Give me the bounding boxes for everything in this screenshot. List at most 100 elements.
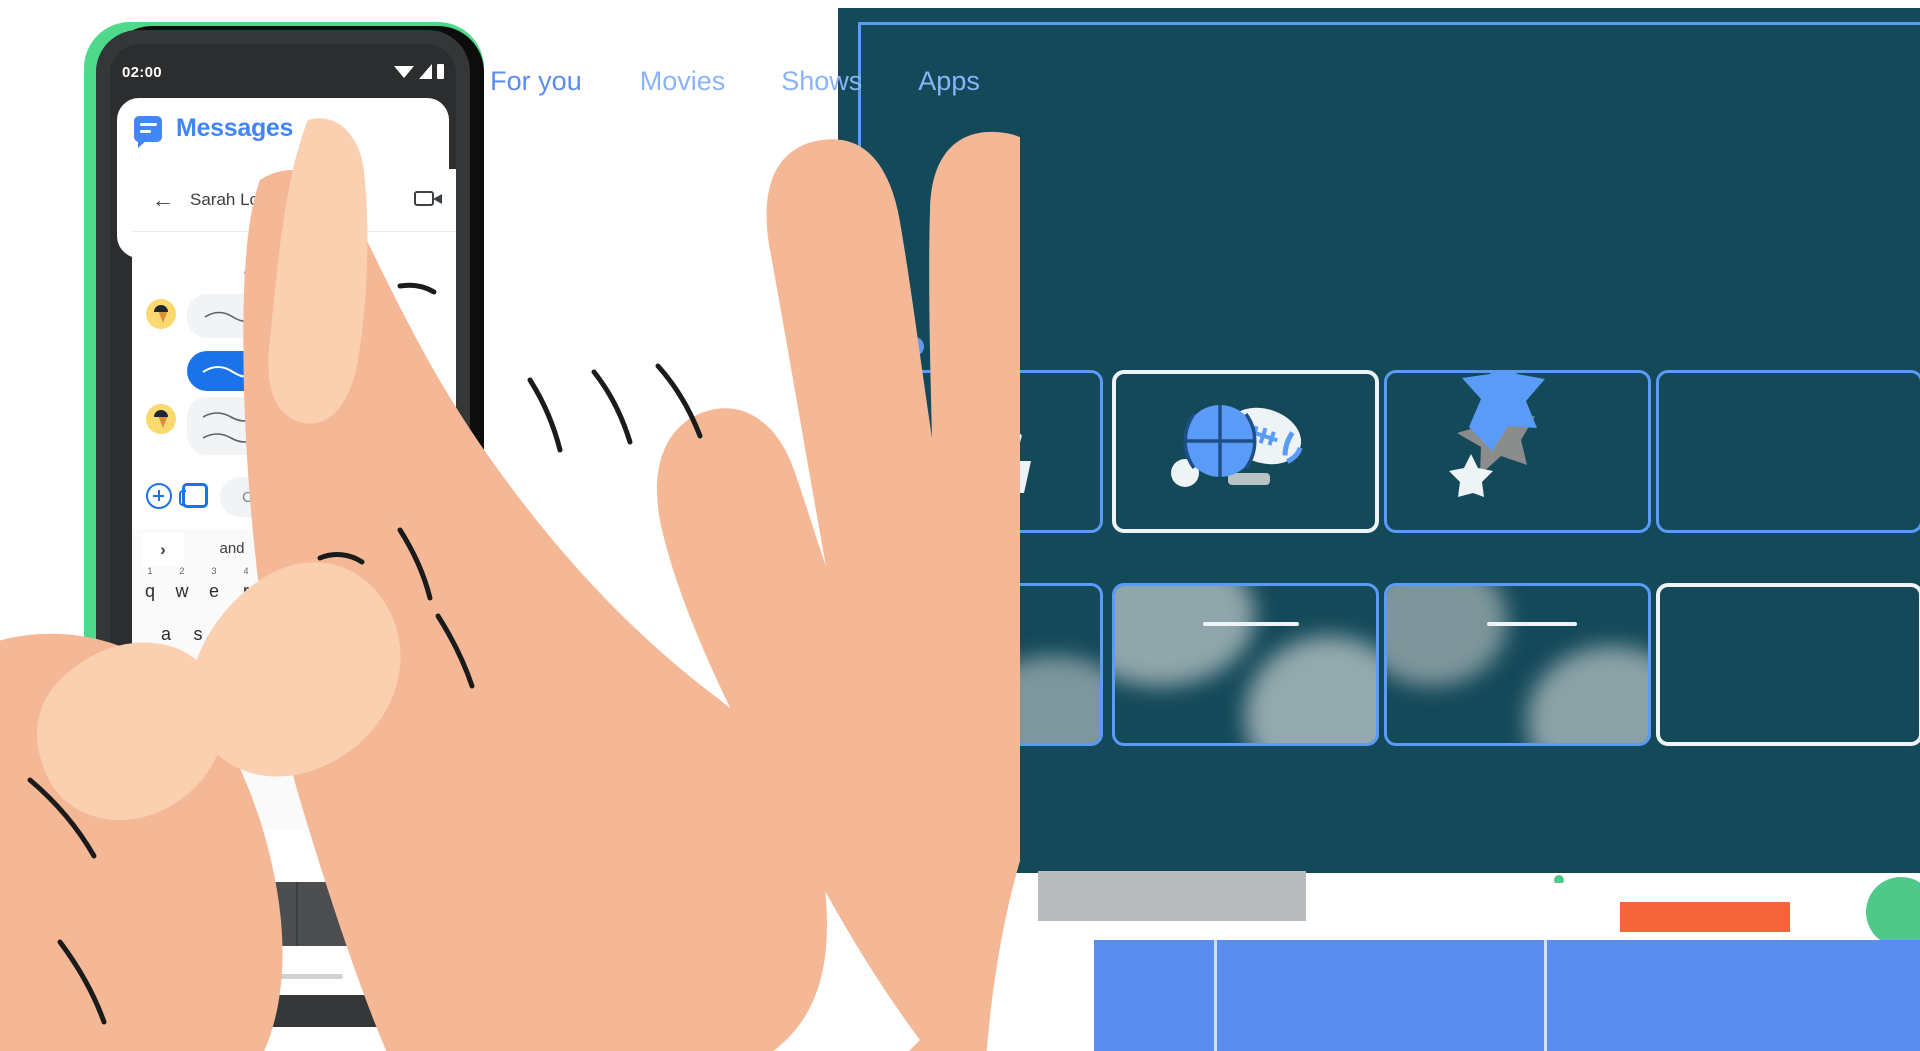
gallery-camera-icon[interactable]	[179, 483, 208, 508]
row-label-1	[838, 337, 924, 356]
stars-icon	[1449, 373, 1545, 497]
message-bubble-incoming[interactable]	[187, 397, 387, 455]
suggestion-strip: › and I	[132, 529, 456, 571]
on-screen-keyboard: › and I 1q 2w 3e 4r 5t 6y 7u 8i 9 o 0 p …	[132, 529, 456, 829]
key-d[interactable]: d	[214, 624, 246, 645]
key-y[interactable]: 6y	[294, 566, 326, 602]
blue-panel-divider	[1214, 940, 1217, 1051]
key-q[interactable]: 1q	[134, 566, 166, 602]
tv-card-thumbnail-2[interactable]	[1112, 583, 1379, 746]
key-i[interactable]: 8i	[358, 566, 390, 602]
bottom-gray-block	[1038, 871, 1306, 921]
key-a[interactable]: a	[150, 624, 182, 645]
phone-body: 02:00 Messages ← Sarah Lopez Wednesday, …	[96, 30, 470, 1027]
key-t[interactable]: 5t	[262, 566, 294, 602]
key-o[interactable]: 9o	[390, 566, 422, 602]
blurred-thumbnail	[1245, 636, 1376, 743]
back-arrow-icon[interactable]: ←	[152, 189, 174, 211]
scene-root: Google TV Search For you Movies Shows Ap…	[0, 0, 1920, 1051]
signal-icon	[419, 64, 432, 79]
wifi-icon	[394, 65, 414, 78]
key-z[interactable]: z	[182, 667, 214, 688]
key-v[interactable]: v	[278, 667, 310, 688]
thumbnail-line	[1487, 622, 1577, 626]
conversation-header: ← Sarah Lopez	[132, 169, 456, 231]
avatar	[146, 299, 176, 329]
key-m[interactable]: m	[374, 667, 406, 688]
chat-input-placeholder: Chat message	[242, 488, 339, 506]
chat-message-input[interactable]: Chat message	[220, 477, 456, 517]
tv-card-partial-2[interactable]	[1656, 583, 1920, 746]
squiggle-placeholder	[202, 412, 344, 443]
key-s[interactable]: s	[182, 624, 214, 645]
suggestion-divider	[280, 537, 281, 561]
tv-card-stars[interactable]	[1384, 370, 1651, 533]
thumbnail-line	[839, 630, 879, 634]
food-and-drink-icon	[924, 406, 1031, 493]
messages-icon	[134, 115, 162, 148]
tab-apps[interactable]: Apps	[890, 66, 1008, 97]
status-bar: 02:00	[110, 44, 456, 106]
volume-up-icon[interactable]: 🔊	[298, 882, 456, 946]
key-j[interactable]: j	[342, 624, 374, 645]
key-w[interactable]: 2w	[166, 566, 198, 602]
messages-app-title: Messages	[176, 114, 294, 142]
message-composer: Chat message	[132, 469, 456, 525]
key-u[interactable]: 7u	[326, 566, 358, 602]
squiggle-placeholder	[202, 366, 384, 378]
status-clock: 02:00	[122, 64, 162, 81]
key-r[interactable]: 4r	[230, 566, 262, 602]
suggestion-i[interactable]: I	[282, 540, 362, 557]
header-divider	[132, 231, 456, 232]
blurred-thumbnail	[1387, 586, 1507, 686]
key-f[interactable]: f	[246, 624, 278, 645]
phone-screen: 02:00 Messages ← Sarah Lopez Wednesday, …	[110, 44, 456, 995]
battery-icon	[437, 64, 444, 79]
bottom-blue-panel	[1094, 940, 1920, 1051]
keyboard-bottom-row: ☺ EN · IT . ⏎	[132, 709, 456, 755]
chevron-right-icon[interactable]: ›	[142, 533, 184, 567]
key-k[interactable]: k	[374, 624, 406, 645]
volume-bar: 🔈 🔊	[124, 882, 456, 946]
tab-shows[interactable]: Shows	[753, 66, 890, 97]
tv-card-thumbnail-3[interactable]	[1384, 583, 1651, 746]
period-key[interactable]: .	[370, 721, 374, 739]
key-g[interactable]: g	[278, 624, 310, 645]
blurred-thumbnail	[1527, 646, 1648, 743]
plus-circle-icon[interactable]	[146, 483, 172, 509]
language-switch-key[interactable]: EN · IT	[242, 711, 360, 745]
blurred-thumbnail	[839, 586, 979, 716]
key-c[interactable]: c	[246, 667, 278, 688]
tab-movies[interactable]: Movies	[612, 66, 754, 97]
key-b[interactable]: b	[310, 667, 342, 688]
keyboard-row-3: z x c v b n m	[132, 667, 456, 688]
key-l[interactable]: l	[406, 624, 438, 645]
tv-card-thumbnail-1[interactable]	[836, 583, 1103, 746]
blurred-thumbnail	[1115, 586, 1255, 686]
enter-key[interactable]: ⏎	[390, 711, 442, 745]
emoji-key[interactable]: ☺	[204, 719, 220, 737]
status-icons	[394, 64, 444, 79]
key-p[interactable]: 0p	[422, 566, 454, 602]
home-indicator[interactable]	[223, 974, 343, 979]
keyboard-row-2: a s d f g h j k l	[132, 624, 456, 645]
blue-panel-divider	[1544, 940, 1547, 1051]
message-bubble-outgoing[interactable]	[187, 351, 417, 391]
message-bubble-incoming[interactable]	[187, 294, 387, 338]
key-e[interactable]: 3e	[198, 566, 230, 602]
key-h[interactable]: h	[310, 624, 342, 645]
suggestion-divider	[368, 537, 369, 561]
avatar	[146, 404, 176, 434]
sports-balls-icon	[1171, 405, 1303, 487]
key-n[interactable]: n	[342, 667, 374, 688]
tv-card-sports[interactable]	[1112, 370, 1379, 533]
tv-card-food-and-drink[interactable]	[836, 370, 1103, 533]
bottom-orange-block	[1620, 902, 1790, 932]
thumbnail-line	[1203, 622, 1299, 626]
suggestion-and[interactable]: and	[187, 540, 277, 557]
volume-down-icon[interactable]: 🔈	[124, 882, 296, 946]
video-call-icon[interactable]	[414, 191, 442, 206]
tv-card-partial-1[interactable]	[1656, 370, 1920, 533]
key-x[interactable]: x	[214, 667, 246, 688]
contact-name: Sarah Lopez	[190, 190, 287, 209]
